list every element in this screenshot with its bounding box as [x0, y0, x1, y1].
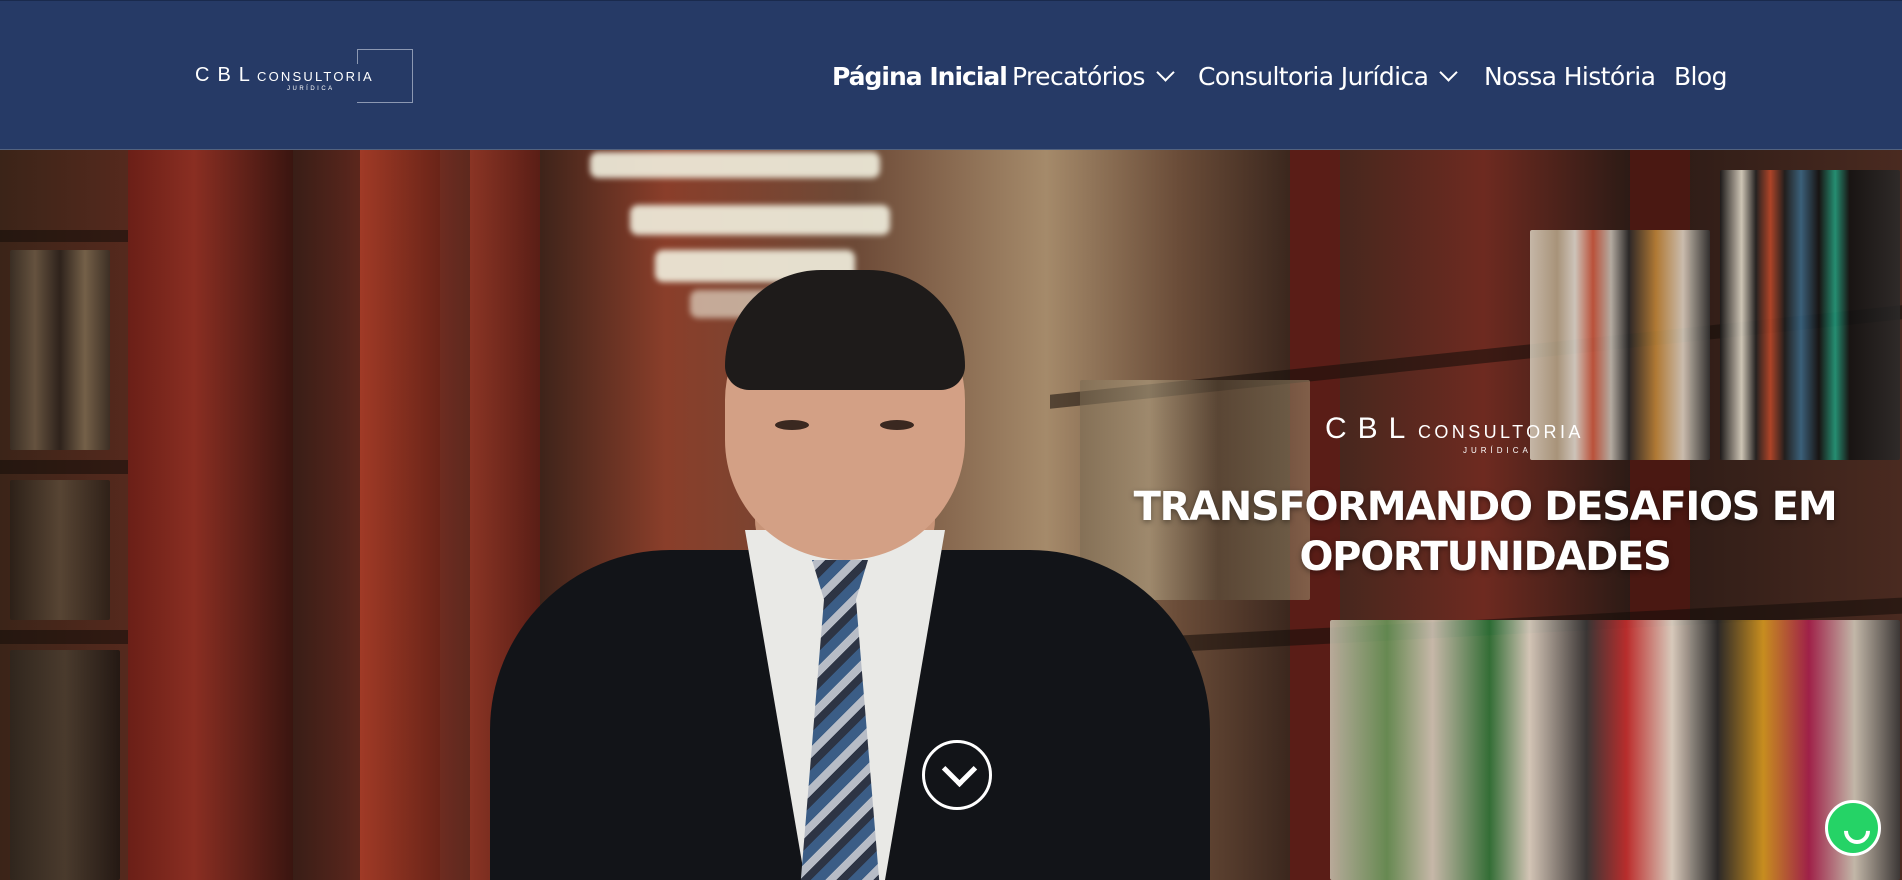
hero-title-line-1: TRANSFORMANDO DESAFIOS EM: [1133, 484, 1838, 530]
nav-label: Página Inicial: [832, 62, 1008, 91]
chevron-down-icon: [1156, 63, 1175, 82]
hero-logo: CBL CONSULTORIA JURÍDICA: [1325, 412, 1635, 472]
nav-item-blog[interactable]: Blog: [1674, 57, 1727, 97]
logo-consultoria: CONSULTORIA: [257, 69, 374, 84]
chevron-down-icon: [1439, 63, 1459, 82]
whatsapp-button[interactable]: [1825, 800, 1881, 856]
chevron-down-icon: [941, 751, 978, 788]
nav-label: Precatórios: [1012, 62, 1145, 91]
hero-person-image: [470, 270, 1230, 880]
hero-section: CBL CONSULTORIA JURÍDICA TRANSFORMANDO D…: [0, 150, 1902, 880]
nav-item-pagina-inicial[interactable]: Página Inicial: [832, 57, 1008, 97]
nav-item-consultoria-juridica[interactable]: Consultoria Jurídica: [1198, 57, 1459, 97]
nav-label: Nossa História: [1484, 62, 1656, 91]
nav-item-precatorios[interactable]: Precatórios: [1012, 57, 1175, 97]
hero-title: TRANSFORMANDO DESAFIOS EM OPORTUNIDADES: [1120, 482, 1850, 582]
hero-logo-juridica: JURÍDICA: [1463, 446, 1532, 455]
nav-item-nossa-historia[interactable]: Nossa História: [1484, 57, 1656, 97]
site-header: CBL CONSULTORIA JURÍDICA Página Inicial …: [0, 0, 1902, 150]
nav-label: Consultoria Jurídica: [1198, 62, 1429, 91]
whatsapp-icon: [1838, 812, 1876, 850]
hero-title-line-2: OPORTUNIDADES: [1299, 534, 1671, 580]
logo-juridica: JURÍDICA: [287, 86, 335, 92]
logo-cbl: CBL: [195, 64, 258, 86]
scroll-down-button[interactable]: [922, 740, 992, 810]
nav-label: Blog: [1674, 62, 1727, 91]
hero-logo-consultoria: CONSULTORIA: [1418, 422, 1584, 442]
hero-logo-cbl: CBL: [1325, 412, 1417, 445]
site-logo[interactable]: CBL CONSULTORIA JURÍDICA: [195, 49, 413, 103]
